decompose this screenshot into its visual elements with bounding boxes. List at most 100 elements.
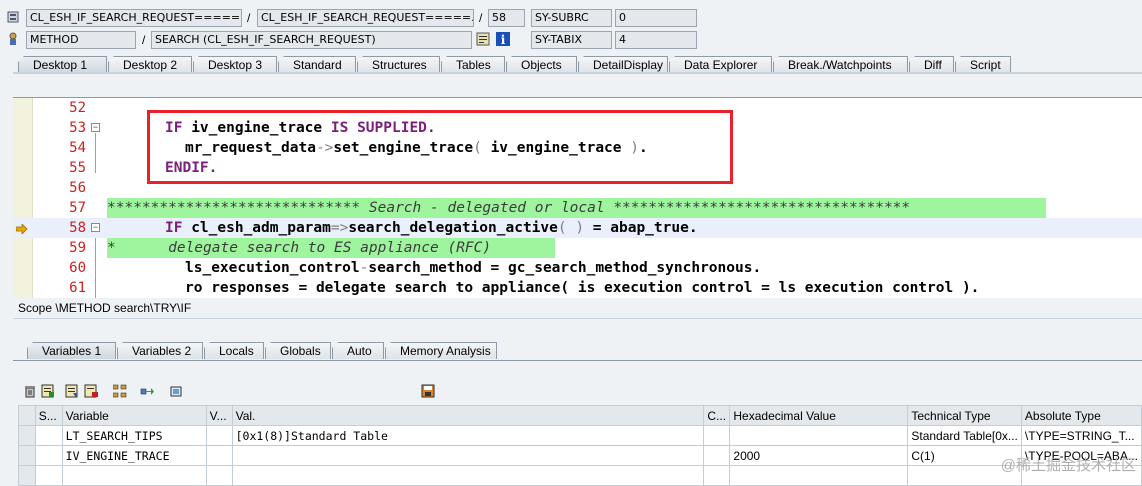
column-header-hex[interactable]: Hexadecimal Value xyxy=(729,405,909,426)
separator: / xyxy=(142,33,146,47)
sy-tabix-label[interactable]: SY-TABIX xyxy=(531,31,612,49)
variables-table: S... Variable V... Val. C... Hexadecimal… xyxy=(18,405,1142,486)
variable-tabs: Variables 1 Variables 2 Locals Globals A… xyxy=(27,342,498,359)
line-number-field[interactable]: 58 xyxy=(488,9,525,27)
tab-variables-1[interactable]: Variables 1 xyxy=(27,342,116,359)
panel-divider[interactable] xyxy=(13,318,1142,319)
table-header-row: S... Variable V... Val. C... Hexadecimal… xyxy=(18,405,1142,426)
line-number: 57 xyxy=(69,200,86,216)
tab-variables-2[interactable]: Variables 2 xyxy=(117,342,203,359)
cell-status xyxy=(34,445,63,466)
line-number: 54 xyxy=(69,140,86,156)
code-line-60: 60 ls_execution_control-search_method = … xyxy=(13,258,1142,278)
delete-icon[interactable] xyxy=(23,384,37,398)
export-icon[interactable] xyxy=(84,384,98,398)
tab-strip-line xyxy=(13,72,1142,74)
column-header-v[interactable]: V... xyxy=(205,405,233,426)
type-field[interactable]: METHOD xyxy=(26,31,136,49)
fold-toggle-icon[interactable]: − xyxy=(91,223,100,232)
tab-breakpoints[interactable]: Break./Watchpoints xyxy=(773,56,908,73)
code-line-59: 59 * delegate search to ES appliance (RF… xyxy=(13,238,1142,258)
column-header-c[interactable]: C... xyxy=(703,405,731,426)
tab-data-explorer[interactable]: Data Explorer xyxy=(669,56,772,73)
cell-c xyxy=(703,445,731,466)
separator: / xyxy=(247,11,251,25)
sy-subrc-label[interactable]: SY-SUBRC xyxy=(531,9,612,27)
line-number: 59 xyxy=(69,240,86,256)
program-icon xyxy=(7,11,19,23)
tab-desktop-2[interactable]: Desktop 2 xyxy=(108,56,192,73)
svg-text:i: i xyxy=(501,33,506,46)
code-text: ls_execution_control-search_method = gc_… xyxy=(185,260,762,276)
line-number: 60 xyxy=(69,260,86,276)
table-row[interactable]: IV_ENGINE_TRACE 2000 C(1) \TYPE-POOL=ABA… xyxy=(18,445,1142,466)
cell-value[interactable] xyxy=(231,445,705,466)
table-row[interactable]: LT_SEARCH_TIPS [0x1(8)]Standard Table St… xyxy=(18,425,1142,446)
watermark: @稀土掘金技术社区 xyxy=(1000,457,1136,474)
tab-tables[interactable]: Tables xyxy=(441,56,505,73)
comment-line: ***************************** Search - d… xyxy=(107,198,1046,218)
scope-label: Scope \METHOD search\TRY\IF xyxy=(18,301,192,315)
row-selector[interactable] xyxy=(18,425,36,446)
cell-status xyxy=(34,425,63,446)
save-icon[interactable] xyxy=(421,384,435,398)
save-variables-icon[interactable] xyxy=(41,384,55,398)
column-header-technical-type[interactable]: Technical Type xyxy=(907,405,1022,426)
tab-globals[interactable]: Globals xyxy=(265,342,331,359)
column-header-value[interactable]: Val. xyxy=(231,405,705,426)
current-line-arrow-icon xyxy=(15,223,28,237)
include-field[interactable]: CL_ESH_IF_SEARCH_REQUEST=====... xyxy=(257,9,474,27)
find-icon[interactable] xyxy=(169,384,183,398)
info-icon[interactable]: i xyxy=(496,32,510,47)
tab-objects[interactable]: Objects xyxy=(506,56,577,73)
program-field[interactable]: CL_ESH_IF_SEARCH_REQUEST=====... xyxy=(26,9,242,27)
cell-hex xyxy=(729,425,909,446)
navigate-icon[interactable] xyxy=(140,384,154,398)
code-text: IF cl_esh_adm_param=>search_delegation_a… xyxy=(165,220,698,236)
method-icon xyxy=(7,32,19,46)
comment-line: * delegate search to ES appliance (RFC) xyxy=(107,238,555,258)
code-text: ro responses = delegate search to applia… xyxy=(185,280,980,296)
tab-auto[interactable]: Auto xyxy=(332,342,384,359)
row-selector-header[interactable] xyxy=(18,405,36,426)
tab-memory-analysis[interactable]: Memory Analysis xyxy=(385,342,497,359)
cell-v xyxy=(205,445,233,466)
tab-desktop-1[interactable]: Desktop 1 xyxy=(18,56,107,73)
code-line-58-current: 58 − IF cl_esh_adm_param=>search_delegat… xyxy=(13,218,1142,238)
tab-detail-display[interactable]: DetailDisplay xyxy=(578,56,668,73)
line-number: 61 xyxy=(69,280,86,296)
line-number: 52 xyxy=(69,100,86,116)
event-field[interactable]: SEARCH (CL_ESH_IF_SEARCH_REQUEST) xyxy=(151,31,472,49)
desktop-tabs: Desktop 1 Desktop 2 Desktop 3 Standard S… xyxy=(18,56,1012,73)
column-header-variable[interactable]: Variable xyxy=(61,405,207,426)
cell-value[interactable]: [0x1(8)]Standard Table xyxy=(231,425,705,446)
cell-variable[interactable]: IV_ENGINE_TRACE xyxy=(61,445,207,466)
load-variables-icon[interactable] xyxy=(65,384,79,398)
column-header-absolute-type[interactable]: Absolute Type xyxy=(1020,405,1142,426)
cell-hex: 2000 xyxy=(729,445,909,466)
line-number: 56 xyxy=(69,180,86,196)
sy-subrc-value[interactable]: 0 xyxy=(615,9,697,27)
highlight-annotation-box xyxy=(147,110,733,184)
line-number: 55 xyxy=(69,160,86,176)
display-source-icon[interactable] xyxy=(476,32,490,46)
cell-absolute-type: \TYPE=STRING_T... xyxy=(1020,425,1142,446)
tab-desktop-3[interactable]: Desktop 3 xyxy=(193,56,277,73)
tab-diff[interactable]: Diff xyxy=(909,56,954,73)
hierarchy-icon[interactable] xyxy=(112,384,127,398)
sy-tabix-value[interactable]: 4 xyxy=(615,31,697,49)
cell-variable[interactable]: LT_SEARCH_TIPS xyxy=(61,425,207,446)
column-header-status[interactable]: S... xyxy=(34,405,63,426)
code-line-61: 61 ro responses = delegate search to app… xyxy=(13,278,1142,298)
line-number: 58 xyxy=(69,220,86,236)
cell-v xyxy=(205,425,233,446)
row-selector[interactable] xyxy=(18,445,36,466)
tab-standard[interactable]: Standard xyxy=(278,56,356,73)
code-line-57: 57 ***************************** Search … xyxy=(13,198,1142,218)
tab-structures[interactable]: Structures xyxy=(357,56,440,73)
tab-script[interactable]: Script xyxy=(955,56,1011,73)
tab-locals[interactable]: Locals xyxy=(204,342,264,359)
separator: / xyxy=(479,11,483,25)
line-number: 53 xyxy=(69,120,86,136)
fold-toggle-icon[interactable]: − xyxy=(91,123,100,132)
